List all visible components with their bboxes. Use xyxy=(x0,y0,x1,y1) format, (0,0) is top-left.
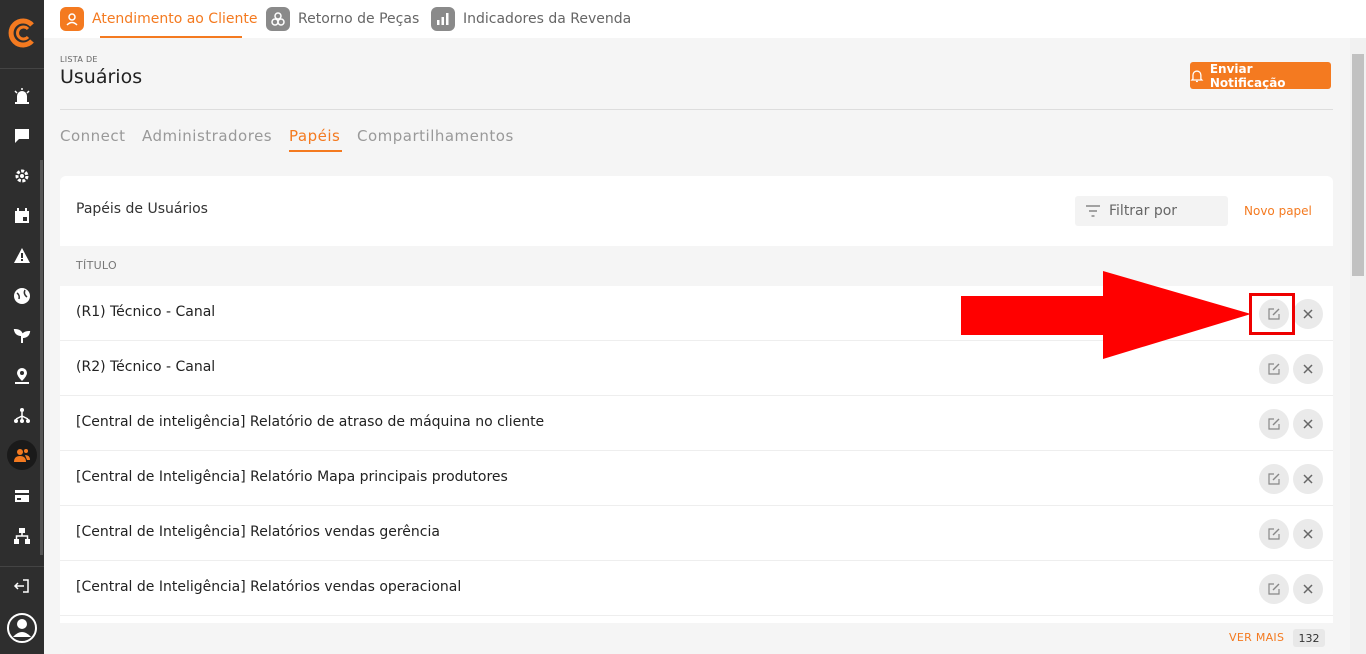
edit-icon xyxy=(1268,363,1280,375)
active-subtab-indicator xyxy=(289,150,342,152)
filter-placeholder: Filtrar por xyxy=(1109,203,1178,219)
tab-label: Indicadores da Revenda xyxy=(463,11,632,27)
close-icon xyxy=(1303,474,1313,484)
table-row[interactable]: [Central de inteligência] Relatório de a… xyxy=(60,396,1333,451)
plant-icon[interactable] xyxy=(10,324,34,348)
edit-button[interactable] xyxy=(1259,519,1289,549)
roles-card: Papéis de Usuários Filtrar por Novo pape… xyxy=(60,176,1333,654)
calendar-icon[interactable] xyxy=(10,204,34,228)
globe-icon[interactable] xyxy=(10,284,34,308)
scrollbar-thumb[interactable] xyxy=(1352,54,1364,276)
parts-icon xyxy=(266,7,290,31)
card-icon[interactable] xyxy=(10,484,34,508)
sidebar-scrollbar[interactable] xyxy=(40,160,43,555)
warning-icon[interactable] xyxy=(10,244,34,268)
alarm-icon[interactable] xyxy=(10,84,34,108)
tab-papeis[interactable]: Papéis xyxy=(289,127,340,145)
close-icon xyxy=(1303,529,1313,539)
role-title: (R1) Técnico - Canal xyxy=(76,304,216,320)
customer-service-icon xyxy=(60,7,84,31)
annotation-highlight-box xyxy=(1249,293,1295,335)
header-divider xyxy=(60,109,1333,110)
total-count-badge: 132 xyxy=(1293,629,1325,647)
profile-icon[interactable] xyxy=(6,612,38,644)
sidebar-divider xyxy=(0,566,44,567)
delete-button[interactable] xyxy=(1293,354,1323,384)
chat-icon[interactable] xyxy=(10,124,34,148)
close-icon xyxy=(1303,419,1313,429)
hierarchy-icon[interactable] xyxy=(10,404,34,428)
edit-icon xyxy=(1268,473,1280,485)
close-icon xyxy=(1303,309,1313,319)
sidebar xyxy=(0,0,44,654)
close-icon xyxy=(1303,364,1313,374)
annotation-arrow-icon xyxy=(961,271,1251,359)
active-tab-indicator xyxy=(100,36,242,38)
tab-retorno-de-pecas[interactable]: Retorno de Peças xyxy=(266,0,419,38)
logo-icon[interactable] xyxy=(6,17,38,49)
delete-button[interactable] xyxy=(1293,519,1323,549)
send-notification-label: Enviar Notificação xyxy=(1209,61,1286,90)
page-title: Usuários xyxy=(60,66,143,88)
edit-button[interactable] xyxy=(1259,464,1289,494)
org-chart-icon[interactable] xyxy=(10,524,34,548)
tab-administradores[interactable]: Administradores xyxy=(142,127,272,145)
edit-button[interactable] xyxy=(1259,354,1289,384)
delete-button[interactable] xyxy=(1293,464,1323,494)
top-tab-bar: Atendimento ao Cliente Retorno de Peças … xyxy=(44,0,1366,38)
role-title: [Central de Inteligência] Relatório Mapa… xyxy=(76,469,508,485)
edit-icon xyxy=(1268,583,1280,595)
logout-icon[interactable] xyxy=(10,574,34,598)
tab-connect[interactable]: Connect xyxy=(60,127,126,145)
edit-button[interactable] xyxy=(1259,574,1289,604)
page-scrollbar[interactable] xyxy=(1350,38,1366,654)
role-title: (R2) Técnico - Canal xyxy=(76,359,216,375)
users-icon[interactable] xyxy=(10,443,34,467)
location-icon[interactable] xyxy=(10,364,34,388)
send-notification-button[interactable]: Enviar Notificação xyxy=(1190,61,1331,90)
tab-label: Atendimento ao Cliente xyxy=(92,11,258,27)
sidebar-divider xyxy=(0,68,44,69)
tab-compartilhamentos[interactable]: Compartilhamentos xyxy=(357,127,514,145)
settings-icon[interactable] xyxy=(10,164,34,188)
filter-input[interactable]: Filtrar por xyxy=(1075,196,1228,226)
role-title: [Central de Inteligência] Relatórios ven… xyxy=(76,579,462,595)
table-row[interactable]: [Central de Inteligência] Relatórios ven… xyxy=(60,506,1333,561)
filter-icon xyxy=(1086,205,1100,217)
role-title: [Central de Inteligência] Relatórios ven… xyxy=(76,524,440,540)
page-eyebrow: LISTA DE xyxy=(60,55,98,64)
delete-button[interactable] xyxy=(1293,574,1323,604)
close-icon xyxy=(1303,584,1313,594)
edit-button[interactable] xyxy=(1259,409,1289,439)
card-title: Papéis de Usuários xyxy=(76,201,208,217)
tab-label: Retorno de Peças xyxy=(298,11,420,27)
edit-icon xyxy=(1268,528,1280,540)
tab-indicadores-da-revenda[interactable]: Indicadores da Revenda xyxy=(431,0,631,38)
table-footer: VER MAIS 132 xyxy=(60,623,1333,654)
bell-icon xyxy=(1190,69,1204,82)
delete-button[interactable] xyxy=(1293,409,1323,439)
delete-button[interactable] xyxy=(1293,299,1323,329)
see-more-link[interactable]: VER MAIS xyxy=(1229,631,1284,644)
role-title: [Central de inteligência] Relatório de a… xyxy=(76,414,545,430)
table-row[interactable]: [Central de Inteligência] Relatório Mapa… xyxy=(60,451,1333,506)
tab-atendimento-ao-cliente[interactable]: Atendimento ao Cliente xyxy=(60,0,257,38)
edit-icon xyxy=(1268,418,1280,430)
column-header-title: TÍTULO xyxy=(76,259,117,272)
new-role-button[interactable]: Novo papel xyxy=(1244,204,1312,218)
table-row[interactable]: [Central de Inteligência] Relatórios ven… xyxy=(60,561,1333,616)
bar-chart-icon xyxy=(431,7,455,31)
